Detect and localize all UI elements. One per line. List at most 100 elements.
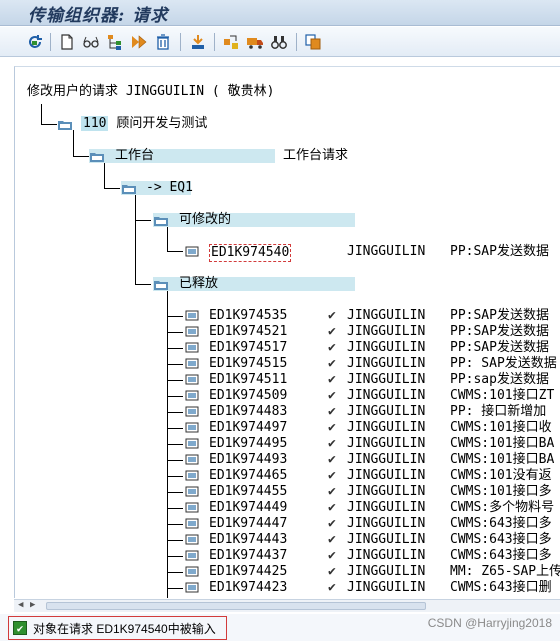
request-icon — [185, 406, 199, 417]
request-description: PP:SAP发送数据 — [450, 244, 549, 259]
request-owner: JINGGUILIN — [347, 420, 426, 435]
binoculars-icon[interactable] — [268, 31, 290, 53]
truck-icon[interactable] — [244, 31, 266, 53]
released-check-icon: ✔ — [328, 580, 336, 595]
tree-connector — [167, 380, 183, 381]
request-id[interactable]: ED1K974535 — [209, 308, 287, 324]
request-id[interactable]: ED1K974437 — [209, 548, 287, 564]
released-check-icon: ✔ — [328, 372, 336, 387]
request-id[interactable]: ED1K974455 — [209, 484, 287, 500]
hierarchy-icon[interactable] — [104, 31, 126, 53]
request-id[interactable]: ED1K974495 — [209, 436, 287, 452]
copy-icon[interactable] — [302, 31, 324, 53]
folder-icon[interactable] — [154, 279, 168, 290]
request-description: CWMS:643接口多 — [450, 516, 552, 531]
folder-icon[interactable] — [154, 215, 168, 226]
tree-connector — [167, 226, 168, 251]
tree-connector — [167, 556, 183, 557]
released-check-icon: ✔ — [328, 420, 336, 435]
release-icon[interactable] — [187, 31, 209, 53]
request-tree: 修改用户的请求 JINGGUILIN ( 敬贵林) 110 顾问开发与测试 工作… — [14, 66, 560, 598]
tree-connector — [167, 251, 183, 252]
trash-icon[interactable] — [152, 31, 174, 53]
new-document-icon[interactable] — [56, 31, 78, 53]
request-icon — [185, 550, 199, 561]
tree-node-workbench[interactable]: 工作台 — [115, 148, 154, 164]
scroll-right-icon[interactable]: ▶ — [30, 600, 35, 610]
request-description: CWMS:101接口收 — [450, 420, 552, 435]
request-id[interactable]: ED1K974509 — [209, 388, 287, 404]
request-icon — [185, 246, 199, 257]
request-id[interactable]: ED1K974511 — [209, 372, 287, 388]
request-id[interactable]: ED1K974449 — [209, 500, 287, 516]
request-owner: JINGGUILIN — [347, 372, 426, 387]
request-description: CWMS:643接口多 — [450, 548, 552, 563]
window-title: 传输组织器: 请求 — [28, 6, 169, 26]
folder-icon[interactable] — [122, 183, 136, 194]
request-icon — [185, 582, 199, 593]
request-owner: JINGGUILIN — [347, 340, 426, 355]
tree-node-released[interactable]: 已释放 — [179, 276, 218, 292]
request-description: PP:SAP发送数据 — [450, 324, 549, 339]
released-check-icon: ✔ — [328, 468, 336, 483]
request-icon — [185, 518, 199, 529]
released-check-icon: ✔ — [328, 452, 336, 467]
request-icon — [185, 438, 199, 449]
tree-node-target[interactable]: -> EQ1 — [146, 180, 193, 196]
released-check-icon: ✔ — [328, 356, 336, 371]
request-id[interactable]: ED1K974423 — [209, 580, 287, 596]
request-icon — [185, 470, 199, 481]
refresh-icon[interactable] — [24, 31, 46, 53]
request-id-selected[interactable]: ED1K974540 — [209, 244, 292, 262]
released-check-icon: ✔ — [328, 308, 336, 323]
request-id[interactable]: ED1K974521 — [209, 324, 287, 340]
request-owner: JINGGUILIN — [347, 516, 426, 531]
request-owner: JINGGUILIN — [347, 244, 426, 259]
status-message: 对象在请求 ED1K974540中被输入 — [33, 621, 216, 636]
folder-icon[interactable] — [58, 119, 72, 130]
request-id[interactable]: ED1K974497 — [209, 420, 287, 436]
tree-connector — [167, 428, 183, 429]
toolbar-separator — [296, 33, 297, 51]
request-description: PP: 接口新增加 — [450, 404, 547, 419]
request-owner: JINGGUILIN — [347, 388, 426, 403]
request-description: CWMS:101接口BA — [450, 436, 555, 451]
folder-icon[interactable] — [90, 151, 104, 162]
scroll-left-icon[interactable]: ◀ — [18, 600, 23, 610]
tree-connector — [135, 220, 151, 221]
request-id[interactable]: ED1K974425 — [209, 564, 287, 580]
request-id[interactable]: ED1K974443 — [209, 532, 287, 548]
request-description: PP:sap发送数据 — [450, 372, 549, 387]
glasses-icon[interactable] — [80, 31, 102, 53]
tree-node-client[interactable]: 110 顾问开发与测试 — [81, 116, 207, 132]
status-message-box[interactable]: ✔ 对象在请求 ED1K974540中被输入 — [8, 616, 227, 640]
request-owner: JINGGUILIN — [347, 548, 426, 563]
released-check-icon: ✔ — [328, 436, 336, 451]
tree-node-modifiable[interactable]: 可修改的 — [179, 212, 231, 228]
released-check-icon: ✔ — [328, 564, 336, 579]
request-id[interactable]: ED1K974483 — [209, 404, 287, 420]
request-id[interactable]: ED1K974465 — [209, 468, 287, 484]
request-icon — [185, 326, 199, 337]
tree-connector — [104, 162, 105, 188]
request-id[interactable]: ED1K974447 — [209, 516, 287, 532]
request-description: MM: Z65-SAP上传 — [450, 564, 560, 579]
tree-connector — [167, 524, 183, 525]
request-description: CWMS:101没有返 — [450, 468, 552, 483]
request-icon — [185, 390, 199, 401]
merge-icon[interactable] — [220, 31, 242, 53]
request-id[interactable]: ED1K974515 — [209, 356, 287, 372]
tree-connector — [167, 460, 183, 461]
request-owner: JINGGUILIN — [347, 308, 426, 323]
ok-check-icon: ✔ — [13, 621, 27, 635]
request-id[interactable]: ED1K974517 — [209, 340, 287, 356]
tree-connector — [73, 156, 89, 157]
execute-icon[interactable] — [128, 31, 150, 53]
request-id[interactable]: ED1K974493 — [209, 452, 287, 468]
tree-connector — [167, 476, 183, 477]
tree-connector — [167, 348, 183, 349]
request-owner: JINGGUILIN — [347, 484, 426, 499]
tree-connector — [167, 588, 183, 589]
scroll-thumb[interactable] — [46, 602, 426, 610]
horizontal-scrollbar[interactable]: ◀ ▶ — [14, 599, 560, 612]
